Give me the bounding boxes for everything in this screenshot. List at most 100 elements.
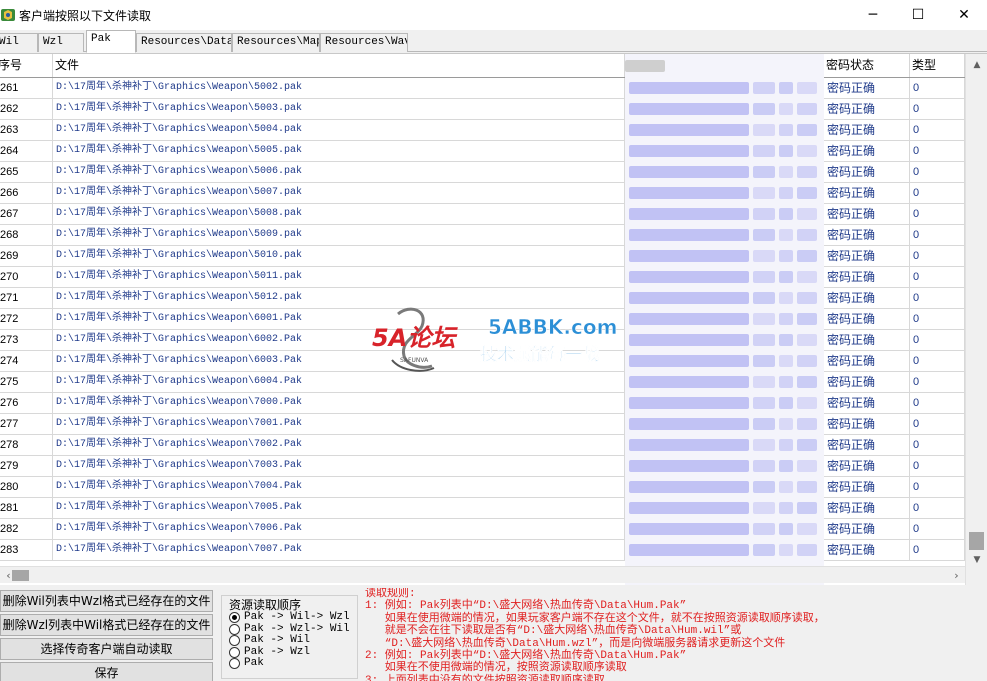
blurred-bar [629,271,749,283]
save-button[interactable]: 保存 [0,662,213,681]
header-type[interactable]: 类型 [910,54,965,77]
blurred-bar [629,313,749,325]
row-type: 0 [910,162,965,182]
blurred-bar [753,82,775,94]
blurred-bar [753,502,775,514]
horizontal-scrollbar[interactable]: ‹ › [0,566,965,583]
delete-wzl-duplicates-button[interactable]: 删除Wzl列表中Wil格式已经存在的文件 [0,614,213,636]
close-icon: ✕ [958,7,970,23]
row-pw-status: 密码正确 [824,435,910,455]
row-file-path: D:\17周年\杀神补丁\Graphics\Weapon\7007.Pak [53,540,625,560]
blurred-bar [629,376,749,388]
blurred-bar [797,271,817,283]
row-pw-status: 密码正确 [824,456,910,476]
tab-wzl[interactable]: Wzl [38,33,84,52]
radio-button[interactable] [229,635,240,646]
row-file-path: D:\17周年\杀神补丁\Graphics\Weapon\5002.pak [53,78,625,98]
file-list-view[interactable]: 序号 文件 密码状态 类型 261 D:\17周年\杀神补丁\Graphics\W… [0,53,987,585]
rules-line: 就是不会在往下读取是否有“D:\盛大网络\热血传奇\Data\Hum.wil”或 [365,625,742,638]
row-type: 0 [910,498,965,518]
blurred-bar [753,271,775,283]
row-file-path: D:\17周年\杀神补丁\Graphics\Weapon\5007.pak [53,183,625,203]
row-type: 0 [910,288,965,308]
blurred-bar [753,355,775,367]
blurred-bar [779,460,793,472]
blurred-bar [629,82,749,94]
tab-resources-map[interactable]: Resources\Map [232,33,320,52]
row-num: 276 [0,393,53,413]
radio-button[interactable] [229,612,240,623]
blurred-region [625,54,824,585]
blurred-bar [629,208,749,220]
blurred-bar [779,145,793,157]
blurred-bar [797,208,817,220]
rules-line: 1: 例如: Pak列表中“D:\盛大网络\热血传奇\Data\Hum.Pak” [365,600,687,613]
vertical-scroll-thumb[interactable] [969,532,984,550]
row-pw-status: 密码正确 [824,162,910,182]
blurred-bar [753,460,775,472]
row-num: 278 [0,435,53,455]
row-type: 0 [910,267,965,287]
auto-read-client-button[interactable]: 选择传奇客户端自动读取 [0,638,213,660]
radio-button[interactable] [229,658,240,669]
blurred-bar [753,229,775,241]
row-file-path: D:\17周年\杀神补丁\Graphics\Weapon\7004.Pak [53,477,625,497]
rules-line: 读取规则: [365,588,416,600]
scroll-right-icon[interactable]: › [948,567,965,584]
row-pw-status: 密码正确 [824,288,910,308]
blurred-bar [779,418,793,430]
blurred-bar [797,523,817,535]
radio-label: Pak [244,657,264,669]
row-type: 0 [910,204,965,224]
tab-resources-wav[interactable]: Resources\Wav [320,33,408,52]
blurred-bar [779,502,793,514]
radio-button[interactable] [229,646,240,658]
row-pw-status: 密码正确 [824,393,910,413]
blurred-bar [629,481,749,493]
close-button[interactable]: ✕ [941,0,987,30]
blurred-bar [779,481,793,493]
delete-wil-duplicates-button[interactable]: 删除Wil列表中Wzl格式已经存在的文件 [0,590,213,612]
tab-pak[interactable]: Pak [86,30,136,53]
row-type: 0 [910,477,965,497]
row-pw-status: 密码正确 [824,267,910,287]
header-file[interactable]: 文件 [53,54,625,77]
row-num: 277 [0,414,53,434]
title-bar: 客户端按照以下文件读取 ─ ☐ ✕ [0,0,987,30]
bottom-panel: 删除Wil列表中Wzl格式已经存在的文件 删除Wzl列表中Wil格式已经存在的文… [0,585,987,681]
row-num: 269 [0,246,53,266]
header-pw-status[interactable]: 密码状态 [824,54,910,77]
vertical-scrollbar[interactable]: ▲ ▼ [965,54,987,585]
blurred-bar [797,334,817,346]
blurred-bar [753,418,775,430]
blurred-bar [779,334,793,346]
row-file-path: D:\17周年\杀神补丁\Graphics\Weapon\6001.Pak [53,309,625,329]
header-num[interactable]: 序号 [0,54,53,77]
blurred-bar [753,145,775,157]
maximize-button[interactable]: ☐ [895,0,941,30]
row-num: 273 [0,330,53,350]
blurred-bar [797,103,817,115]
blurred-bar [797,292,817,304]
row-type: 0 [910,372,965,392]
resource-order-option[interactable]: Pak [229,657,264,670]
rules-line: 3: 上面列表中没有的文件按照资源读取顺序读取 [365,674,605,681]
blurred-bar [779,124,793,136]
row-file-path: D:\17周年\杀神补丁\Graphics\Weapon\5006.pak [53,162,625,182]
minimize-button[interactable]: ─ [850,0,896,30]
blurred-bar [779,313,793,325]
radio-button[interactable] [229,623,240,635]
blurred-bar [797,460,817,472]
row-num: 265 [0,162,53,182]
row-type: 0 [910,78,965,98]
blurred-bar [797,229,817,241]
tab-wil[interactable]: Wil [0,33,38,52]
scroll-up-icon[interactable]: ▲ [966,56,987,73]
app-icon [1,9,15,21]
horizontal-scroll-thumb[interactable] [12,570,29,581]
row-file-path: D:\17周年\杀神补丁\Graphics\Weapon\6003.Pak [53,351,625,371]
blurred-bar [753,250,775,262]
tab-resources-data[interactable]: Resources\Data [136,33,232,52]
row-file-path: D:\17周年\杀神补丁\Graphics\Weapon\5003.pak [53,99,625,119]
scroll-down-icon[interactable]: ▼ [966,551,987,568]
